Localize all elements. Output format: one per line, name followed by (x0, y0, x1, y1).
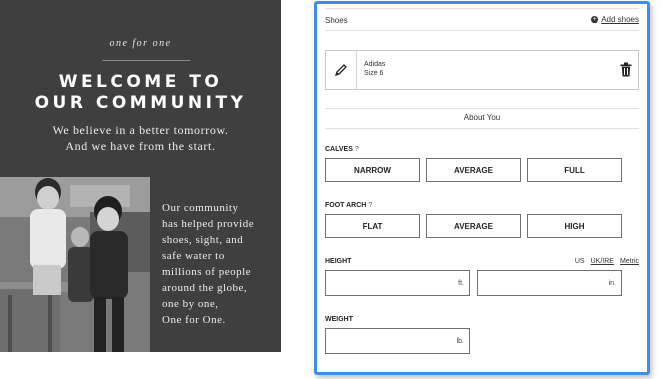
arch-flat-button[interactable]: FLAT (325, 214, 420, 238)
pencil-icon (334, 64, 347, 77)
welcome-heading-line2: OUR COMMUNITY (34, 93, 247, 113)
plus-circle-icon: + (591, 16, 599, 23)
profile-form-card: Shoes + Add shoes Adidas Size 6 About Yo… (314, 1, 650, 375)
arch-average-button[interactable]: AVERAGE (426, 214, 521, 238)
weight-field[interactable]: lb. (325, 328, 470, 355)
foot-arch-help-icon[interactable]: ? (368, 202, 372, 209)
story-text: Our community has helped provide shoes, … (162, 200, 280, 328)
shoes-section-title: Shoes (325, 16, 348, 25)
calves-narrow-button[interactable]: NARROW (325, 158, 420, 182)
calves-average-button[interactable]: AVERAGE (426, 158, 521, 182)
unit-uk-ire[interactable]: UK/IRE (591, 258, 614, 265)
children-photo-illustration (0, 177, 150, 352)
foot-arch-label-text: FOOT ARCH (325, 202, 367, 209)
intro-line2: And we have from the start. (65, 139, 216, 153)
story-line: one by one, (162, 298, 219, 310)
story-line: has helped provide (162, 218, 255, 230)
children-photo (0, 177, 150, 352)
divider (325, 8, 639, 9)
height-inches-field[interactable]: in. (477, 270, 622, 297)
story-line: shoes, sight, and (162, 234, 244, 246)
intro-line1: We believe in a better tomorrow. (52, 123, 229, 137)
welcome-heading-line1: WELCOME TO (58, 72, 223, 92)
divider (102, 60, 190, 61)
shoe-brand: Adidas (364, 61, 386, 68)
edit-shoe-button[interactable] (326, 51, 357, 89)
height-feet-field[interactable]: ft. (325, 270, 470, 297)
height-inches-input[interactable] (478, 271, 600, 297)
story-line: One for One. (162, 314, 226, 326)
inches-unit-label: in. (608, 280, 616, 287)
calves-help-icon[interactable]: ? (355, 146, 359, 153)
story-line: around the globe, (162, 282, 248, 294)
calves-label-text: CALVES (325, 146, 353, 153)
weight-input[interactable] (326, 329, 448, 355)
divider (325, 108, 639, 109)
add-shoes-link[interactable]: + Add shoes (591, 15, 639, 24)
unit-metric[interactable]: Metric (620, 258, 639, 265)
calves-full-button[interactable]: FULL (527, 158, 622, 182)
divider (325, 30, 639, 31)
pounds-unit-label: lb. (456, 338, 464, 345)
divider (325, 128, 639, 129)
add-shoes-label: Add shoes (601, 15, 639, 24)
story-line: millions of people (162, 266, 252, 278)
shoe-size: Size 6 (364, 70, 384, 77)
delete-shoe-button[interactable] (620, 62, 632, 82)
weight-label: WEIGHT (325, 316, 353, 323)
about-you-title: About You (463, 113, 501, 122)
shoe-entry: Adidas Size 6 (325, 50, 639, 90)
profile-form: Shoes + Add shoes Adidas Size 6 About Yo… (325, 4, 639, 372)
welcome-heading: WELCOME TO OUR COMMUNITY (0, 72, 281, 114)
story-line: safe water to (162, 250, 225, 262)
trash-icon (620, 62, 632, 77)
feet-unit-label: ft. (458, 280, 464, 287)
arch-high-button[interactable]: HIGH (527, 214, 622, 238)
foot-arch-label: FOOT ARCH ? (325, 202, 372, 209)
unit-us[interactable]: US (575, 258, 585, 265)
height-feet-input[interactable] (326, 271, 448, 297)
intro-text: We believe in a better tomorrow. And we … (0, 122, 281, 154)
height-label: HEIGHT (325, 258, 352, 265)
story-line: Our community (162, 202, 239, 214)
height-unit-selector: US UK/IRE Metric (575, 258, 639, 265)
tagline: one for one (109, 38, 172, 49)
welcome-panel: one for one WELCOME TO OUR COMMUNITY We … (0, 0, 281, 352)
calves-label: CALVES ? (325, 146, 359, 153)
